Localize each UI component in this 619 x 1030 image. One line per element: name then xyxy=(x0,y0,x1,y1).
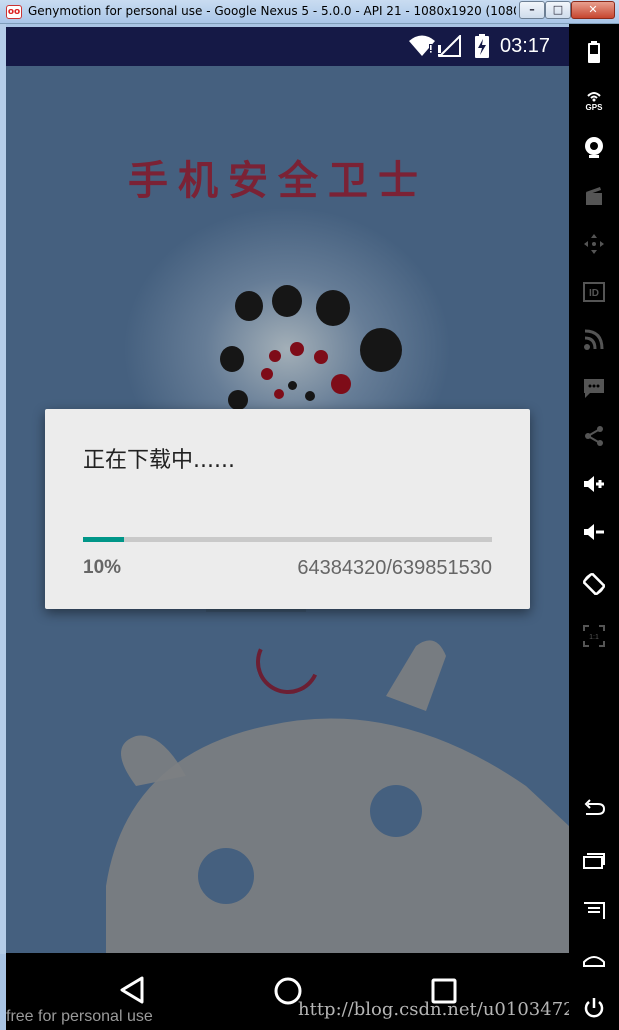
back-nav-icon[interactable] xyxy=(118,975,146,1005)
recent-apps-icon xyxy=(583,853,605,869)
rss-icon xyxy=(584,329,604,350)
move-icon xyxy=(584,234,604,254)
device-id-tool[interactable]: ID xyxy=(569,272,619,312)
back-icon xyxy=(584,799,606,815)
logo-dot xyxy=(288,381,297,390)
rotate-icon xyxy=(582,572,606,596)
signal-icon xyxy=(438,35,461,57)
logo-dot xyxy=(228,390,248,410)
pixel-perfect-tool[interactable]: 1:1 xyxy=(569,616,619,656)
webcam-tool[interactable] xyxy=(569,128,619,168)
gps-tool[interactable]: GPS xyxy=(569,80,619,120)
progress-percent: 10% xyxy=(83,557,122,578)
volume-up-tool[interactable] xyxy=(569,464,619,504)
app-title: 手机安全卫士 xyxy=(128,157,428,204)
home-tool[interactable] xyxy=(569,940,619,980)
clock: 03:17 xyxy=(500,35,551,57)
share-icon xyxy=(585,426,603,446)
logo-dot xyxy=(316,290,350,326)
power-tool[interactable] xyxy=(569,988,619,1028)
gps-icon: GPS xyxy=(586,92,604,112)
logo-dot xyxy=(261,368,273,380)
phone-tool[interactable] xyxy=(569,368,619,408)
webcam-icon xyxy=(585,137,603,158)
pixel-label: 1:1 xyxy=(589,634,599,641)
emulator-window: oo Genymotion for personal use - Google … xyxy=(0,0,619,1030)
logo-dot xyxy=(331,374,351,394)
minimize-button[interactable]: – xyxy=(519,1,545,19)
wifi-icon xyxy=(409,35,435,56)
share-tool[interactable] xyxy=(569,416,619,456)
logo-dot xyxy=(220,346,244,372)
blog-watermark: http://blog.csdn.net/u010347226 xyxy=(298,999,598,1020)
battery-icon xyxy=(588,41,600,63)
logo-dot xyxy=(274,389,284,399)
back-tool[interactable] xyxy=(569,788,619,828)
battery-charging-icon xyxy=(475,34,489,58)
network-tool[interactable] xyxy=(569,320,619,360)
window-title: Genymotion for personal use - Google Nex… xyxy=(28,4,516,18)
download-dialog: 正在下载中...... 10% 64384320/639851530 xyxy=(45,409,530,609)
download-progress-bar xyxy=(83,537,492,542)
logo-dot xyxy=(235,291,263,321)
logo-dot xyxy=(272,285,302,317)
logo-dot xyxy=(269,350,281,362)
genymotion-logo-icon: oo xyxy=(6,5,22,19)
recent-apps-tool[interactable] xyxy=(569,840,619,880)
battery-tool[interactable] xyxy=(569,32,619,72)
dpad-tool[interactable] xyxy=(569,224,619,264)
rotate-tool[interactable] xyxy=(569,564,619,604)
volume-up-icon xyxy=(584,476,604,492)
close-button[interactable]: ✕ xyxy=(571,1,615,19)
id-icon: ID xyxy=(583,282,605,302)
id-label: ID xyxy=(589,288,599,299)
dialog-title: 正在下载中...... xyxy=(83,448,235,473)
clapperboard-icon xyxy=(586,187,602,205)
home-icon xyxy=(583,956,605,967)
volume-down-icon xyxy=(584,524,604,540)
menu-tool[interactable] xyxy=(569,890,619,930)
logo-dot xyxy=(360,328,402,372)
logo-dot xyxy=(314,350,328,364)
title-bar[interactable]: oo Genymotion for personal use - Google … xyxy=(0,0,619,24)
volume-down-tool[interactable] xyxy=(569,512,619,552)
phone-screen[interactable]: 03:17 手机安全卫士 正在下载中...... 10% 64384320/63… xyxy=(6,27,569,953)
progress-fill xyxy=(83,537,124,542)
progress-count: 64384320/639851530 xyxy=(297,557,492,579)
free-license-label: free for personal use xyxy=(6,1008,153,1025)
android-robot-illustration xyxy=(106,640,569,953)
logo-dot xyxy=(290,342,304,356)
menu-icon xyxy=(584,902,605,919)
genymotion-toolbar: GPS ID 1:1 xyxy=(569,24,619,1030)
gps-label: GPS xyxy=(586,103,604,112)
status-bar: 03:17 xyxy=(6,27,569,66)
pixel-perfect-icon: 1:1 xyxy=(583,625,605,647)
sms-icon xyxy=(584,379,604,398)
maximize-button[interactable]: □ xyxy=(545,1,571,19)
power-icon xyxy=(584,998,604,1018)
screencast-tool[interactable] xyxy=(569,176,619,216)
logo-dot xyxy=(305,391,315,401)
